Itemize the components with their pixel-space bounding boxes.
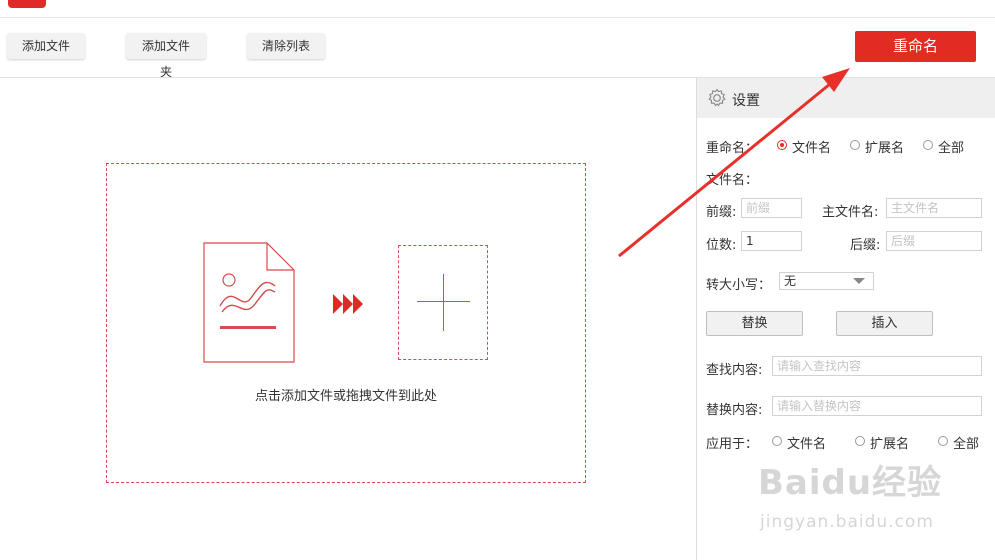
baidu-watermark: Baidu经验 xyxy=(758,463,943,503)
baidu-watermark-url: jingyan.baidu.com xyxy=(760,512,934,532)
